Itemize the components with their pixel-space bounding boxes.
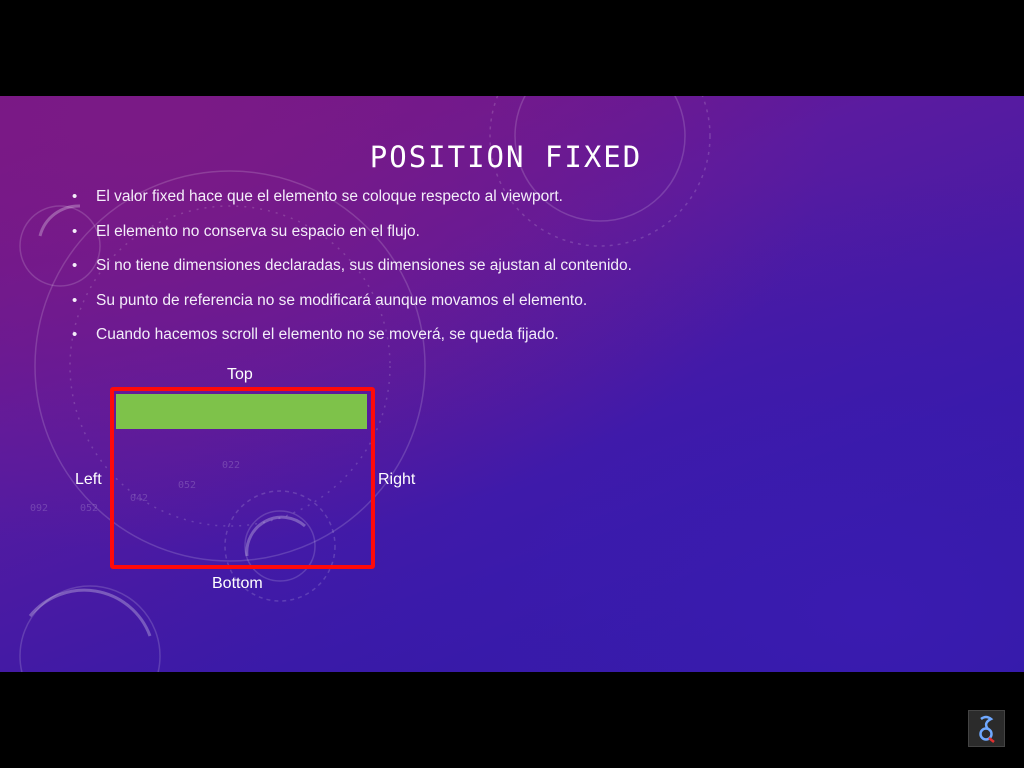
letterbox-top [0, 0, 1024, 96]
channel-logo-icon[interactable] [968, 710, 1005, 747]
bullet-item: • Cuando hacemos scroll el elemento no se… [70, 326, 632, 361]
bullet-text: El elemento no conserva su espacio en el… [96, 222, 420, 240]
slide-title-text: POSITION FIXED [369, 140, 643, 174]
bullet-text: Si no tiene dimensiones declaradas, sus … [96, 257, 632, 275]
bullet-text: Cuando hacemos scroll el elemento no se … [96, 326, 559, 344]
diagram-label-bottom: Bottom [212, 575, 263, 592]
bullet-text: El valor fixed hace que el elemento se c… [96, 188, 563, 205]
bullet-text: Su punto de referencia no se modificará … [96, 291, 588, 309]
bullet-dot-icon: • [72, 257, 78, 275]
bullet-dot-icon: • [72, 326, 78, 344]
letterbox-bottom [0, 672, 1024, 768]
slide-title: POSITION FIXED [0, 140, 1012, 174]
background-decoration: 092 052 042 052 022 [19, 96, 711, 672]
bullet-list: • El valor fixed hace que el elemento se … [70, 188, 632, 361]
bullet-item: • Su punto de referencia no se modificará… [70, 292, 632, 327]
diagram-label-left: Left [75, 471, 102, 488]
presentation-slide: 092 052 042 052 022 POSITION FIXED • El v… [0, 96, 1024, 672]
bullet-item: • El elemento no conserva su espacio en e… [70, 223, 632, 258]
svg-text:052: 052 [80, 503, 98, 514]
fixed-element-bar [116, 394, 367, 429]
diagram-label-top: Top [227, 366, 253, 383]
bullet-item: • El valor fixed hace que el elemento se … [70, 188, 632, 223]
diagram-label-right: Right [378, 471, 416, 488]
bullet-dot-icon: • [72, 188, 78, 205]
bullet-item: • Si no tiene dimensiones declaradas, sus… [70, 257, 632, 292]
svg-text:092: 092 [30, 503, 48, 514]
channel-logo-glyph-icon [979, 715, 995, 743]
bullet-dot-icon: • [72, 291, 78, 309]
bullet-dot-icon: • [72, 222, 78, 240]
